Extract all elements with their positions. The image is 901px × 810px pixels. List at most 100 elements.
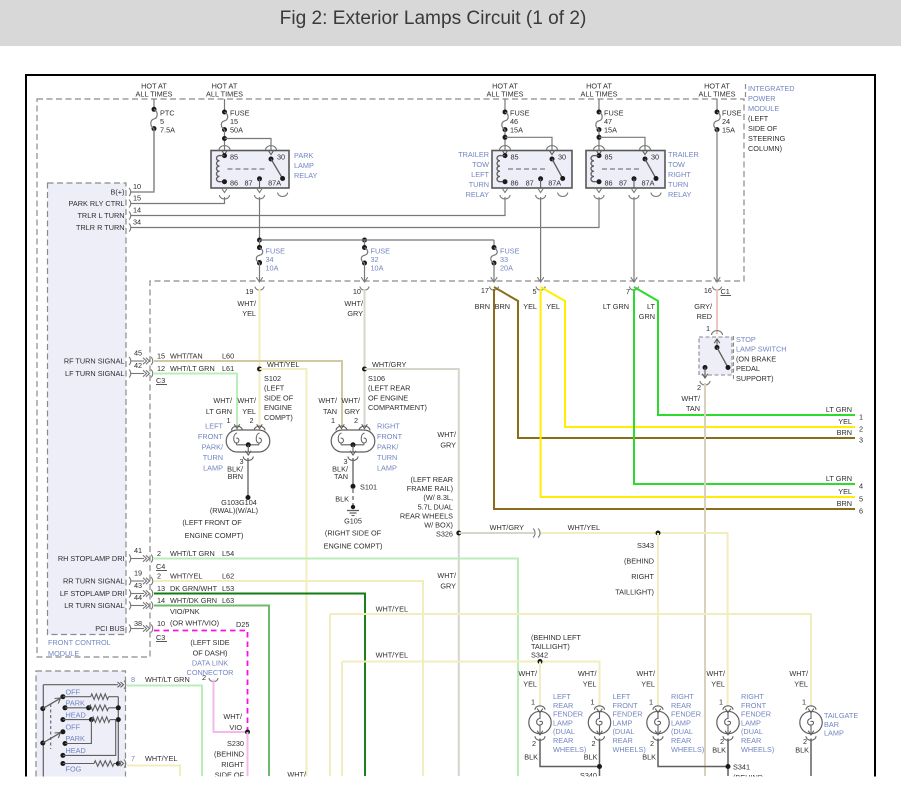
svg-text:RIGHT: RIGHT	[741, 692, 764, 701]
svg-text:ALL TIMES: ALL TIMES	[487, 90, 524, 99]
svg-text:BLK: BLK	[335, 495, 349, 504]
svg-text:POWER: POWER	[748, 94, 776, 103]
svg-text:LT GRN: LT GRN	[206, 407, 232, 416]
svg-text:DK GRN/WHT: DK GRN/WHT	[170, 584, 218, 593]
svg-text:34: 34	[133, 218, 141, 227]
svg-text:(LEFT REAR: (LEFT REAR	[368, 384, 410, 393]
svg-text:10: 10	[157, 619, 165, 628]
svg-text:FENDER: FENDER	[741, 710, 771, 719]
svg-text:(OR WHT/VIO): (OR WHT/VIO)	[170, 619, 219, 628]
svg-text:LR TURN SIGNAL: LR TURN SIGNAL	[64, 601, 124, 610]
svg-text:6: 6	[859, 507, 863, 516]
svg-text:S342: S342	[531, 651, 548, 660]
svg-text:14: 14	[133, 206, 141, 215]
svg-text:7.5A: 7.5A	[160, 126, 175, 135]
svg-text:ALL TIMES: ALL TIMES	[699, 90, 736, 99]
svg-text:GRY: GRY	[440, 441, 456, 450]
svg-text:LAMP: LAMP	[671, 718, 691, 727]
svg-text:30: 30	[558, 153, 566, 162]
svg-text:COMPT): COMPT)	[264, 413, 293, 422]
svg-text:WHT/YEL: WHT/YEL	[568, 523, 600, 532]
svg-text:REAR WHEELS: REAR WHEELS	[400, 511, 453, 520]
svg-text:YEL: YEL	[546, 302, 560, 311]
svg-text:BLK: BLK	[795, 746, 809, 755]
svg-text:(ON BRAKE: (ON BRAKE	[736, 354, 776, 363]
svg-text:WHT/LT GRN: WHT/LT GRN	[170, 364, 215, 373]
svg-text:YEL: YEL	[242, 407, 256, 416]
svg-text:87: 87	[619, 179, 627, 188]
svg-text:(DUAL: (DUAL	[741, 727, 763, 736]
svg-text:2: 2	[354, 416, 358, 425]
svg-text:(LEFT REAR: (LEFT REAR	[411, 475, 453, 484]
svg-text:C3: C3	[156, 376, 165, 385]
svg-text:(BEHIND LEFT: (BEHIND LEFT	[531, 633, 581, 642]
svg-text:87: 87	[526, 179, 534, 188]
svg-text:1: 1	[649, 698, 653, 707]
svg-text:BRN: BRN	[837, 499, 852, 508]
svg-text:(RIGHT SIDE OF: (RIGHT SIDE OF	[325, 529, 382, 538]
svg-text:FRONT: FRONT	[198, 432, 224, 441]
svg-text:RELAY: RELAY	[294, 171, 318, 180]
svg-text:PARK: PARK	[66, 699, 85, 708]
svg-text:OF DASH): OF DASH)	[193, 649, 228, 658]
svg-text:WHT/LT GRN: WHT/LT GRN	[145, 675, 190, 684]
svg-text:BLK: BLK	[642, 753, 656, 762]
svg-text:VIO/PNK: VIO/PNK	[170, 607, 200, 616]
svg-text:87A: 87A	[268, 179, 281, 188]
svg-text:REAR: REAR	[553, 736, 573, 745]
svg-text:LAMP: LAMP	[377, 464, 397, 473]
svg-text:GRY: GRY	[440, 582, 456, 591]
svg-text:FENDER: FENDER	[553, 710, 583, 719]
svg-text:WHEELS): WHEELS)	[671, 745, 704, 754]
svg-text:20A: 20A	[500, 264, 513, 273]
svg-text:BRN: BRN	[495, 302, 510, 311]
svg-text:REAR: REAR	[613, 736, 633, 745]
svg-text:WHT/YEL: WHT/YEL	[376, 605, 408, 614]
svg-text:WHT/: WHT/	[237, 396, 257, 405]
svg-text:INTEGRATED: INTEGRATED	[748, 84, 795, 93]
svg-text:PARK/: PARK/	[202, 443, 224, 452]
svg-text:(BEHIND: (BEHIND	[214, 750, 244, 759]
svg-text:REAR: REAR	[671, 701, 691, 710]
svg-text:G105: G105	[344, 517, 362, 526]
svg-text:LF TURN SIGNAL: LF TURN SIGNAL	[65, 369, 124, 378]
svg-text:FENDER: FENDER	[671, 710, 701, 719]
svg-text:15: 15	[157, 352, 165, 361]
svg-text:LAMP: LAMP	[294, 161, 314, 170]
svg-text:ENGINE COMPT): ENGINE COMPT)	[324, 542, 383, 551]
svg-text:41: 41	[134, 546, 142, 555]
svg-text:FRONT: FRONT	[613, 701, 639, 710]
svg-text:2: 2	[650, 739, 654, 748]
svg-text:TURN: TURN	[469, 180, 489, 189]
svg-text:WHT/: WHT/	[318, 396, 338, 405]
svg-text:S106: S106	[368, 374, 385, 383]
svg-text:YEL: YEL	[838, 417, 852, 426]
svg-text:87A: 87A	[548, 179, 561, 188]
svg-text:SIDE OF: SIDE OF	[748, 124, 778, 133]
svg-text:L60: L60	[222, 352, 234, 361]
svg-text:TAN: TAN	[334, 472, 348, 481]
svg-text:COMPARTMENT): COMPARTMENT)	[368, 403, 427, 412]
svg-text:S230: S230	[227, 739, 244, 748]
svg-text:L54: L54	[222, 549, 234, 558]
svg-text:TAN: TAN	[686, 404, 700, 413]
svg-text:87: 87	[245, 179, 253, 188]
svg-text:OFF: OFF	[66, 688, 81, 697]
svg-text:(LEFT FRONT OF: (LEFT FRONT OF	[182, 518, 242, 527]
svg-text:BAR: BAR	[824, 720, 839, 729]
svg-text:YEL: YEL	[711, 680, 725, 689]
svg-text:PARK: PARK	[294, 151, 313, 160]
svg-text:LAMP: LAMP	[741, 718, 761, 727]
svg-text:TRLR L TURN: TRLR L TURN	[77, 211, 124, 220]
svg-text:43: 43	[134, 581, 142, 590]
svg-text:PARK RLY CTRL: PARK RLY CTRL	[69, 199, 125, 208]
svg-text:17: 17	[481, 286, 489, 295]
svg-text:VIO: VIO	[229, 723, 242, 732]
svg-text:L63: L63	[222, 596, 234, 605]
svg-text:(DUAL: (DUAL	[613, 727, 635, 736]
svg-text:WHT/DK GRN: WHT/DK GRN	[170, 596, 217, 605]
svg-text:(LEFT SIDE: (LEFT SIDE	[190, 638, 229, 647]
svg-text:WHT/GRY: WHT/GRY	[490, 523, 524, 532]
svg-text:REAR: REAR	[671, 736, 691, 745]
svg-text:PEDAL: PEDAL	[736, 364, 760, 373]
